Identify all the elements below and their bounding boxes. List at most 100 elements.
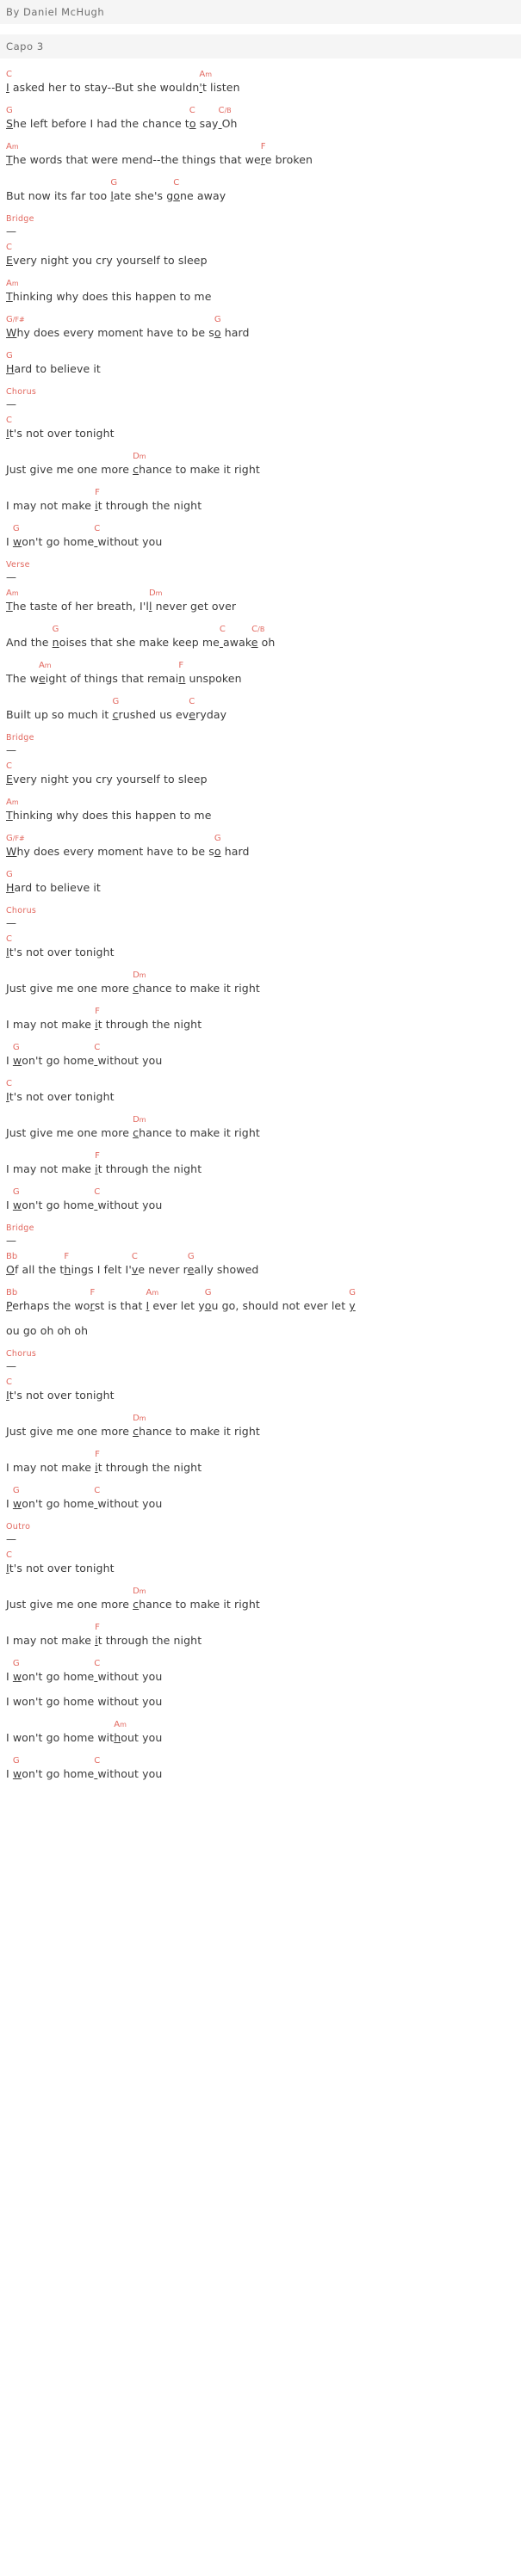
chord-label: G bbox=[214, 315, 221, 324]
banner-gap bbox=[0, 24, 521, 34]
chord-label: G bbox=[6, 106, 13, 115]
chord-lyric-block: G Hard to believe it bbox=[0, 350, 521, 376]
chord-lyric-block: GCI won't go home without you bbox=[0, 523, 521, 549]
chord-line: C bbox=[6, 1377, 521, 1388]
lyric-line: The words that were mend--the things tha… bbox=[6, 153, 313, 166]
chord-label: F bbox=[95, 1151, 100, 1161]
chord-lyric-block: Am I won't go home without you bbox=[0, 1719, 521, 1745]
lyric-line: I may not make it through the night bbox=[6, 499, 202, 512]
chord-lyric-block: GCI won't go home without you bbox=[0, 1755, 521, 1781]
lyric-line: I asked her to stay--But she wouldn't li… bbox=[6, 81, 240, 94]
lyric-line: And the noises that she make keep me awa… bbox=[6, 636, 276, 649]
chord-label: C bbox=[94, 1756, 101, 1766]
chord-label: C bbox=[94, 524, 101, 533]
chord-label: Am bbox=[38, 661, 52, 670]
section-label-bridge: Bridge bbox=[6, 733, 34, 743]
chord-label: G bbox=[6, 870, 13, 879]
lyric-line: Every night you cry yourself to sleep bbox=[6, 773, 208, 786]
lyric-line: It's not over tonight bbox=[6, 1389, 115, 1402]
section-divider: — bbox=[6, 398, 16, 410]
section-label-chorus: Chorus bbox=[6, 1349, 37, 1359]
chord-label: C/B bbox=[251, 625, 265, 634]
chord-line: GC bbox=[6, 696, 521, 707]
chord-line: Am F bbox=[6, 660, 521, 671]
chord-sheet-document: By Daniel McHugh Capo 3 C Am I asked her t… bbox=[0, 0, 521, 1781]
chord-label: C bbox=[6, 70, 12, 79]
chord-lyric-block: C Am I asked her to stay--But she wouldn't… bbox=[0, 69, 521, 95]
chord-line: Am bbox=[6, 1719, 521, 1730]
chord-lyric-block: GCI won't go home without you bbox=[0, 1042, 521, 1068]
chord-lyric-block: GCI won't go home without you bbox=[0, 1658, 521, 1684]
chord-label: G bbox=[12, 524, 20, 533]
chord-label: G bbox=[12, 1659, 20, 1668]
lyric-line: Just give me one more chance to make it … bbox=[6, 463, 260, 476]
chord-lyric-block: G/F# G Why does every moment have to be so… bbox=[0, 314, 521, 340]
chord-lyric-block: Dm Just give me one more chance to make i… bbox=[0, 1114, 521, 1140]
section-divider: — bbox=[6, 744, 16, 756]
chord-label: G/F# bbox=[6, 834, 25, 843]
chord-label: C/B bbox=[218, 106, 232, 115]
chord-lyric-block: Bb F C G Of all the things I felt I've never… bbox=[0, 1251, 521, 1277]
lyric-line: I may not make it through the night bbox=[6, 1162, 202, 1175]
chord-label: Bb bbox=[6, 1288, 18, 1297]
chord-label: Dm bbox=[133, 452, 146, 461]
chord-line: Am F bbox=[6, 141, 521, 152]
chord-lyric-block: Dm Just give me one more chance to make i… bbox=[0, 970, 521, 995]
chord-label: Dm bbox=[133, 1115, 146, 1125]
lyric-line: But now its far too late she's gone away bbox=[6, 189, 226, 202]
chord-label: F bbox=[64, 1252, 70, 1261]
section-label-verse: Verse bbox=[6, 560, 30, 570]
section-divider: — bbox=[6, 1360, 16, 1372]
chord-label: G bbox=[12, 1187, 20, 1197]
chord-label: G bbox=[214, 834, 221, 843]
chord-line: GC bbox=[6, 1755, 521, 1766]
chord-label: F bbox=[95, 1623, 100, 1632]
chord-label: G bbox=[112, 697, 120, 706]
chord-label: C bbox=[6, 761, 12, 771]
chord-label: Dm bbox=[133, 1414, 146, 1423]
chord-lyric-block: G Hard to believe it bbox=[0, 869, 521, 895]
chord-line: G bbox=[6, 350, 521, 361]
chord-label: Am bbox=[6, 589, 19, 598]
chord-label: C bbox=[189, 106, 195, 115]
chord-label: Bb bbox=[6, 1252, 18, 1261]
lyric-line: It's not over tonight bbox=[6, 946, 115, 958]
chord-label: C bbox=[94, 1043, 101, 1052]
chord-lyric-block: F I may not make it through the night bbox=[0, 487, 521, 513]
chord-label: G bbox=[204, 1288, 212, 1297]
lyric-line: I won't go home without you bbox=[6, 1497, 163, 1510]
section-divider: — bbox=[6, 1533, 16, 1545]
chord-lyric-block: C Every night you cry yourself to sleep bbox=[0, 761, 521, 786]
chord-lyric-block: Dm Just give me one more chance to make i… bbox=[0, 1586, 521, 1612]
chord-label: C bbox=[94, 1187, 101, 1197]
chord-lyric-block: F I may not make it through the night bbox=[0, 1006, 521, 1032]
lyric-line: I won't go home without you bbox=[6, 1670, 163, 1683]
chord-line: G/F# G bbox=[6, 833, 521, 844]
chord-label: C bbox=[189, 697, 195, 706]
chord-line: GC bbox=[6, 1658, 521, 1669]
chord-line: Am bbox=[6, 278, 521, 289]
chord-lyric-block: GCI won't go home without you bbox=[0, 1485, 521, 1511]
chord-label: F bbox=[178, 661, 184, 670]
chord-lyric-block: Bb F Am G G Perhaps the worst is that I ever … bbox=[0, 1287, 521, 1313]
lyric-line: Just give me one more chance to make it … bbox=[6, 982, 260, 995]
section-label-outro: Outro bbox=[6, 1522, 31, 1531]
chord-label: Am bbox=[6, 142, 19, 151]
chord-lyric-block: GCI won't go home without you bbox=[0, 1186, 521, 1212]
chord-label: C bbox=[6, 416, 12, 425]
chord-label: C bbox=[131, 1252, 138, 1261]
chord-line: F bbox=[6, 1006, 521, 1017]
chord-line: F bbox=[6, 1150, 521, 1162]
chord-label: G bbox=[12, 1043, 20, 1052]
lyric-line: Every night you cry yourself to sleep bbox=[6, 254, 208, 267]
chord-label: C bbox=[6, 1550, 12, 1560]
chord-line: GC bbox=[6, 523, 521, 534]
lyric-line: Why does every moment have to be so hard bbox=[6, 326, 250, 339]
chord-line: GC bbox=[6, 177, 521, 188]
lyric-line: It's not over tonight bbox=[6, 1090, 115, 1103]
lyric-line: Of all the things I felt I've never real… bbox=[6, 1263, 259, 1276]
chord-line: Dm bbox=[6, 1114, 521, 1125]
chord-lyric-block: G/F# G Why does every moment have to be so… bbox=[0, 833, 521, 859]
section-label-bridge: Bridge bbox=[6, 214, 34, 224]
chord-label: C bbox=[173, 178, 180, 188]
